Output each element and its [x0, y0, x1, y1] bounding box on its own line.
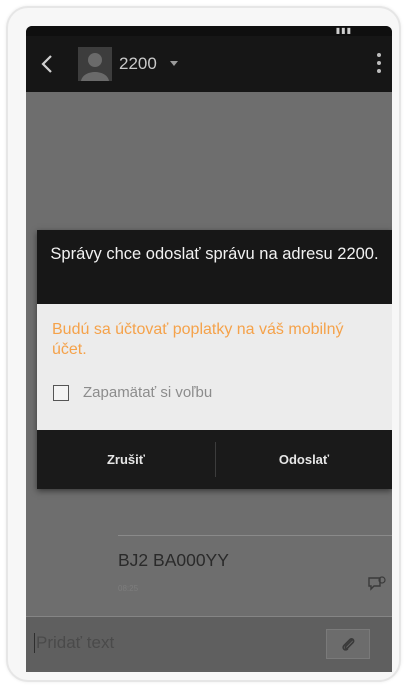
dialog-warning: Budú sa účtovať poplatky na váš mobilný …: [52, 321, 344, 358]
app-bar: 2200: [26, 36, 392, 92]
remember-checkbox[interactable]: [53, 385, 69, 401]
dialog-actions: Zrušiť Odoslať: [37, 430, 392, 489]
message-time: 08:25: [118, 584, 139, 593]
status-bar: ▮▮▮: [26, 26, 392, 36]
signal-icon: ▮▮▮: [335, 26, 352, 35]
message-status-icon: [368, 576, 386, 592]
cancel-button[interactable]: Zrušiť: [37, 430, 215, 489]
more-vert-icon[interactable]: [376, 50, 382, 78]
conversation-title[interactable]: 2200: [119, 54, 157, 74]
screen: ▮▮▮ 2200 BJ2 BA000YY 08:25 Pridať text S…: [26, 26, 392, 672]
dialog-body: Budú sa účtovať poplatky na váš mobilný …: [37, 304, 392, 430]
contact-avatar-icon[interactable]: [78, 47, 112, 81]
confirm-dialog: Správy chce odoslať správu na adresu 220…: [37, 230, 392, 489]
paperclip-icon: [342, 638, 355, 651]
dialog-title: Správy chce odoslať správu na adresu 220…: [37, 230, 392, 304]
chevron-down-icon[interactable]: [170, 61, 178, 66]
composer: Pridať text: [26, 616, 392, 672]
attach-button[interactable]: [326, 629, 370, 659]
send-button[interactable]: Odoslať: [216, 430, 392, 489]
message-divider: [118, 535, 392, 536]
chevron-left-icon[interactable]: [38, 52, 58, 76]
message-input[interactable]: Pridať text: [34, 633, 114, 653]
message-text[interactable]: BJ2 BA000YY: [118, 550, 229, 570]
remember-label[interactable]: Zapamätať si voľbu: [83, 384, 212, 402]
